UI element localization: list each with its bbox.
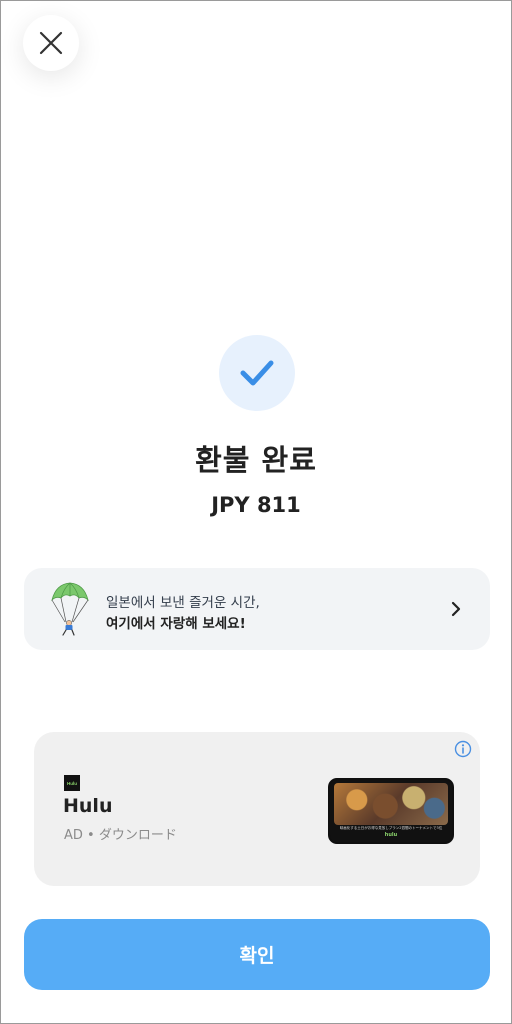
hulu-logo: Hulu — [64, 775, 80, 791]
chevron-right-icon — [451, 601, 461, 617]
checkmark-icon — [240, 360, 274, 386]
ad-card[interactable]: Hulu Hulu AD • ダウンロード 映画化する土日がお得な見放しプラン2… — [34, 732, 480, 886]
ad-meta-label: AD • ダウンロード — [64, 828, 177, 843]
parachute-icon — [51, 582, 89, 636]
close-button[interactable] — [23, 15, 79, 71]
ad-thumbnail-brand: hulu — [384, 832, 398, 838]
close-icon — [39, 31, 63, 55]
info-icon[interactable] — [454, 740, 472, 758]
promo-text-line-2: 여기에서 자랑해 보세요! — [106, 616, 246, 632]
ad-thumbnail[interactable]: 映画化する土日がお得な見放しプラン2週間のトーナメントで3位 hulu — [328, 778, 454, 844]
share-trip-banner[interactable]: 일본에서 보낸 즐거운 시간, 여기에서 자랑해 보세요! — [24, 568, 490, 650]
ad-app-name: Hulu — [63, 795, 113, 817]
success-badge — [219, 335, 295, 411]
refund-amount: JPY 811 — [211, 493, 301, 517]
ad-thumbnail-caption: 映画化する土日がお得な見放しプラン2週間のトーナメントで3位 — [339, 826, 443, 830]
confirm-button[interactable]: 확인 — [24, 919, 490, 990]
ad-thumbnail-image — [334, 783, 448, 825]
refund-complete-screen: 환불 완료 JPY 811 일본에서 보낸 즐거운 시간, 여기에서 자랑해 보… — [0, 0, 512, 1024]
promo-text-line-1: 일본에서 보낸 즐거운 시간, — [106, 595, 260, 611]
page-title: 환불 완료 — [195, 443, 317, 477]
